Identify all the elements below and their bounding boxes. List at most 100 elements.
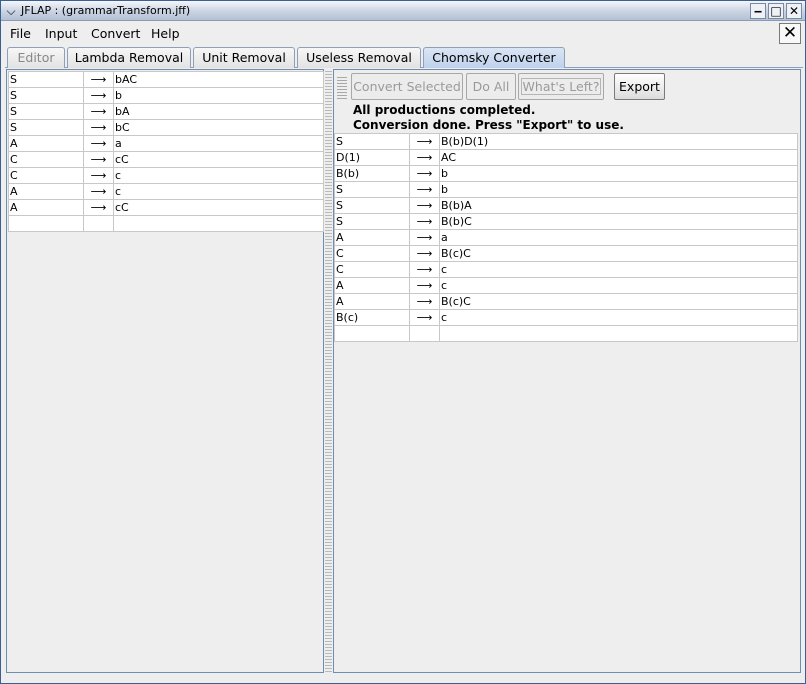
tab-lambda-removal[interactable]: Lambda Removal (67, 47, 191, 68)
production-rhs[interactable]: c (113, 183, 324, 200)
empty-production-row[interactable] (334, 325, 798, 342)
production-rhs[interactable]: AC (439, 149, 798, 166)
production-lhs[interactable]: D(1) (334, 149, 410, 166)
production-rhs[interactable]: c (439, 277, 798, 294)
production-row[interactable]: B(b) ⟶ b (334, 165, 798, 182)
production-lhs[interactable] (8, 215, 84, 232)
production-lhs[interactable]: A (334, 277, 410, 294)
production-lhs[interactable]: C (334, 245, 410, 262)
menu-file[interactable]: File (10, 26, 31, 41)
tab-unit-removal[interactable]: Unit Removal (193, 47, 295, 68)
production-lhs[interactable]: B(b) (334, 165, 410, 182)
production-row[interactable]: S ⟶ bAC (8, 71, 324, 88)
production-rhs[interactable]: cC (113, 151, 324, 168)
production-rhs[interactable] (113, 215, 324, 232)
production-rhs[interactable]: c (439, 309, 798, 326)
menu-convert[interactable]: Convert (91, 26, 140, 41)
production-rhs[interactable]: a (439, 229, 798, 246)
production-rhs[interactable] (439, 325, 798, 342)
production-lhs[interactable]: S (334, 197, 410, 214)
production-lhs[interactable]: A (334, 229, 410, 246)
production-row[interactable]: A ⟶ cC (8, 199, 324, 216)
original-grammar-table[interactable]: S ⟶ bAC S ⟶ b S ⟶ bA S ⟶ bC A ⟶ a C ⟶ cC C ⟶ c A ⟶ c A ⟶ cC (8, 71, 324, 232)
production-lhs[interactable]: S (8, 87, 84, 104)
tab-editor[interactable]: Editor (7, 47, 65, 68)
production-rhs[interactable]: c (113, 167, 324, 184)
production-lhs[interactable]: S (8, 103, 84, 120)
production-rhs[interactable]: B(c)C (439, 293, 798, 310)
menu-help[interactable]: Help (151, 26, 180, 41)
production-arrow-icon: ⟶ (83, 167, 114, 184)
production-lhs[interactable]: A (334, 293, 410, 310)
production-row[interactable]: C ⟶ c (334, 261, 798, 278)
convert-selected-button[interactable]: Convert Selected (351, 73, 463, 100)
production-lhs[interactable]: S (334, 213, 410, 230)
production-rhs[interactable]: b (439, 181, 798, 198)
maximize-button[interactable]: □ (768, 3, 784, 19)
window-menu-chevron-icon[interactable]: ⌵ (3, 3, 19, 19)
production-lhs[interactable]: S (334, 133, 410, 150)
production-rhs[interactable]: c (439, 261, 798, 278)
production-arrow-icon (409, 325, 440, 342)
production-lhs[interactable]: B(c) (334, 309, 410, 326)
tab-useless-removal[interactable]: Useless Removal (297, 47, 421, 68)
export-button[interactable]: Export (614, 73, 665, 100)
production-row[interactable]: A ⟶ c (334, 277, 798, 294)
production-rhs[interactable]: bC (113, 119, 324, 136)
production-lhs[interactable]: S (334, 181, 410, 198)
production-rhs[interactable]: B(b)C (439, 213, 798, 230)
production-arrow-icon: ⟶ (409, 133, 440, 150)
production-arrow-icon: ⟶ (83, 119, 114, 136)
production-rhs[interactable]: B(c)C (439, 245, 798, 262)
do-all-button[interactable]: Do All (466, 73, 516, 100)
title-close-button[interactable]: ✕ (786, 3, 802, 19)
production-lhs[interactable]: C (8, 167, 84, 184)
production-arrow-icon: ⟶ (409, 165, 440, 182)
production-row[interactable]: C ⟶ cC (8, 151, 324, 168)
production-row[interactable]: S ⟶ B(b)D(1) (334, 133, 798, 150)
production-rhs[interactable]: bAC (113, 71, 324, 88)
production-arrow-icon: ⟶ (409, 181, 440, 198)
production-rhs[interactable]: b (113, 87, 324, 104)
production-row[interactable]: C ⟶ c (8, 167, 324, 184)
production-lhs[interactable]: S (8, 71, 84, 88)
production-row[interactable]: A ⟶ c (8, 183, 324, 200)
production-lhs[interactable] (334, 325, 410, 342)
production-row[interactable]: C ⟶ B(c)C (334, 245, 798, 262)
minimize-button[interactable]: ‒ (750, 3, 766, 19)
production-lhs[interactable]: A (8, 183, 84, 200)
original-grammar-pane: S ⟶ bAC S ⟶ b S ⟶ bA S ⟶ bC A ⟶ a C ⟶ cC C ⟶ c A ⟶ c A ⟶ cC (6, 69, 324, 673)
production-row[interactable]: A ⟶ a (8, 135, 324, 152)
production-row[interactable]: S ⟶ bC (8, 119, 324, 136)
production-row[interactable]: S ⟶ bA (8, 103, 324, 120)
production-lhs[interactable]: S (8, 119, 84, 136)
production-rhs[interactable]: B(b)A (439, 197, 798, 214)
production-arrow-icon: ⟶ (409, 245, 440, 262)
toolbar-grip-handle[interactable] (337, 75, 347, 99)
production-rhs[interactable]: cC (113, 199, 324, 216)
production-row[interactable]: A ⟶ a (334, 229, 798, 246)
close-file-button[interactable]: ✕ (779, 23, 801, 44)
split-pane-divider[interactable] (325, 69, 332, 673)
production-row[interactable]: S ⟶ b (334, 181, 798, 198)
production-row[interactable]: A ⟶ B(c)C (334, 293, 798, 310)
whats-left-button[interactable]: What's Left? (518, 73, 604, 100)
production-rhs[interactable]: bA (113, 103, 324, 120)
production-row[interactable]: S ⟶ B(b)A (334, 197, 798, 214)
menu-input[interactable]: Input (45, 26, 77, 41)
production-lhs[interactable]: A (8, 199, 84, 216)
production-lhs[interactable]: C (334, 261, 410, 278)
production-arrow-icon: ⟶ (409, 293, 440, 310)
production-row[interactable]: D(1) ⟶ AC (334, 149, 798, 166)
production-row[interactable]: S ⟶ B(b)C (334, 213, 798, 230)
production-lhs[interactable]: A (8, 135, 84, 152)
production-rhs[interactable]: B(b)D(1) (439, 133, 798, 150)
production-lhs[interactable]: C (8, 151, 84, 168)
production-row[interactable]: B(c) ⟶ c (334, 309, 798, 326)
converted-grammar-table[interactable]: S ⟶ B(b)D(1) D(1) ⟶ AC B(b) ⟶ b S ⟶ b S ⟶ B(b)A S ⟶ B(b)C… (334, 133, 798, 342)
production-rhs[interactable]: a (113, 135, 324, 152)
empty-production-row[interactable] (8, 215, 324, 232)
tab-chomsky-converter[interactable]: Chomsky Converter (423, 47, 565, 68)
production-rhs[interactable]: b (439, 165, 798, 182)
production-row[interactable]: S ⟶ b (8, 87, 324, 104)
